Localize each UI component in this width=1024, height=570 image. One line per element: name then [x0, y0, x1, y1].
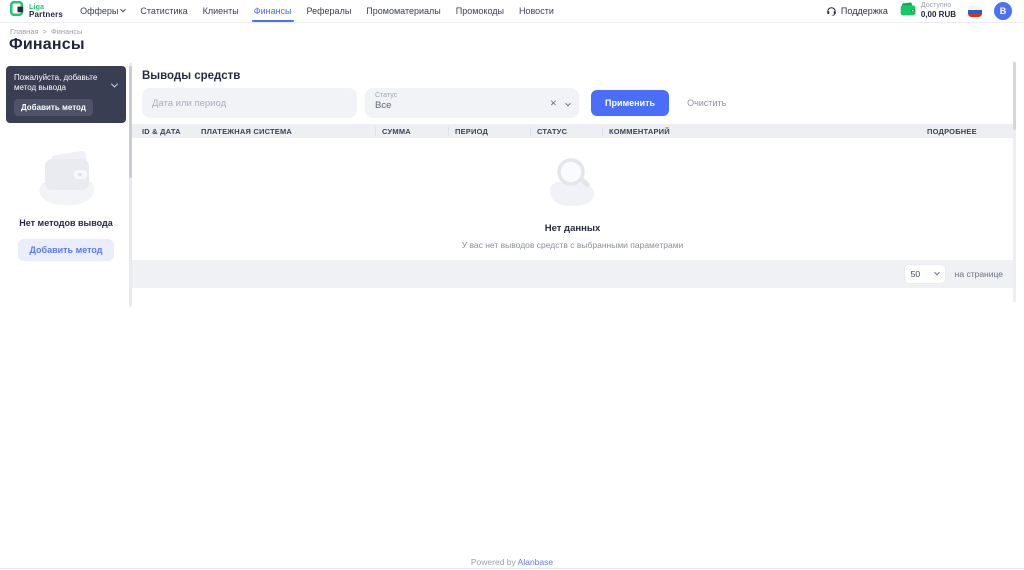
wallet-illustration: [6, 145, 126, 212]
date-period-input[interactable]: [142, 88, 357, 118]
column-header-comment: КОММЕНТАРИЙ: [609, 126, 670, 136]
brand-logo[interactable]: Liga Partners: [10, 1, 63, 21]
column-header-period: ПЕРИОД: [449, 126, 531, 136]
nav-item-statistics[interactable]: Статистика: [140, 0, 187, 22]
empty-state-subtitle: У вас нет выводов средств с выбранными п…: [461, 240, 684, 250]
powered-by-text: Powered by: [470, 557, 516, 567]
per-page-select[interactable]: 50: [904, 265, 945, 283]
chevron-down-icon: [933, 269, 940, 276]
balance-value: 0,00 RUB: [920, 10, 956, 20]
breadcrumb-home[interactable]: Главная: [10, 27, 39, 36]
brand-logo-icon: [10, 1, 25, 21]
page-title: Финансы: [9, 36, 85, 53]
withdrawal-methods-sidebar: Пожалуйста, добавьте метод вывода Добави…: [6, 62, 126, 261]
avatar[interactable]: B: [994, 2, 1012, 20]
support-label: Поддержка: [840, 6, 888, 16]
breadcrumb-separator: >: [42, 27, 47, 36]
chevron-down-icon[interactable]: [565, 94, 571, 112]
apply-button[interactable]: Применить: [591, 90, 670, 116]
brand-name: Liga Partners: [29, 4, 63, 19]
x-icon[interactable]: ✕: [550, 98, 557, 109]
headset-icon: [826, 5, 837, 18]
column-header-details: ПОДРОБНЕЕ: [927, 126, 977, 136]
add-method-button[interactable]: Добавить метод: [18, 238, 114, 261]
column-header-status: СТАТУС: [531, 126, 603, 136]
withdrawals-section: Выводы средств Статус Все ✕ Применить Оч…: [132, 62, 1013, 288]
balance-text: Доступно 0,00 RUB: [921, 2, 956, 19]
breadcrumb: Главная > Финансы: [10, 27, 82, 36]
per-page-value: 50: [910, 269, 921, 279]
add-method-notice-panel: Пожалуйста, добавьте метод вывода Добави…: [6, 66, 126, 123]
main-nav: Офферы Статистика Клиенты Финансы Рефера…: [80, 0, 554, 22]
nav-item-finances[interactable]: Финансы: [251, 0, 294, 22]
status-select-value: Все: [375, 100, 392, 111]
add-method-button-dark[interactable]: Добавить метод: [14, 98, 93, 116]
main-scrollbar-thumb[interactable]: [1013, 62, 1016, 130]
topbar-right: Поддержка Доступно 0,00 RUB B: [826, 2, 1012, 21]
brand-name-bottom: Partners: [29, 9, 64, 19]
nav-item-promo-codes[interactable]: Промокоды: [456, 0, 504, 22]
table-empty-state: Нет данных У вас нет выводов средств с в…: [132, 138, 1013, 260]
notice-text: Пожалуйста, добавьте метод вывода: [14, 73, 98, 93]
status-select[interactable]: Статус Все ✕: [365, 88, 579, 118]
green-wallet-icon: [900, 2, 916, 21]
column-header-payment-system: ПЛАТЕЖНАЯ СИСТЕМА: [201, 126, 376, 136]
filters-bar: Статус Все ✕ Применить Очистить: [142, 88, 1003, 118]
nav-item-offers[interactable]: Офферы: [80, 0, 127, 22]
nav-item-clients[interactable]: Клиенты: [203, 0, 239, 22]
column-header-amount: СУММА: [376, 126, 449, 136]
breadcrumb-current: Финансы: [50, 27, 83, 36]
collapse-chevron-icon[interactable]: [110, 75, 119, 93]
table-header-row: ID & ДАТА ПЛАТЕЖНАЯ СИСТЕМА СУММА ПЕРИОД…: [132, 124, 1013, 138]
footer-divider: [0, 568, 1024, 569]
magnifier-illustration: [543, 154, 603, 215]
pagination-bar: 50 на странице: [132, 260, 1013, 288]
support-button[interactable]: Поддержка: [826, 5, 888, 18]
powered-by-footer: Powered by Alanbase: [0, 557, 1024, 567]
empty-state-title: Нет данных: [544, 223, 601, 234]
clear-filters-button[interactable]: Очистить: [687, 98, 726, 108]
app-screen: Liga Partners Офферы Статистика Клиенты …: [0, 0, 1024, 570]
alanbase-link[interactable]: Alanbase: [518, 557, 553, 567]
nav-item-promo-materials[interactable]: Промоматериалы: [366, 0, 440, 22]
column-header-id-date: ID & ДАТА: [142, 126, 181, 136]
chevron-down-icon: [120, 6, 127, 13]
balance-label: Доступно: [920, 2, 952, 10]
per-page-label: на странице: [954, 269, 1003, 279]
sidebar-empty-state: Нет методов вывода Добавить метод: [6, 145, 126, 261]
sidebar-empty-title: Нет методов вывода: [19, 217, 113, 228]
topbar: Liga Partners Офферы Статистика Клиенты …: [0, 0, 1024, 23]
status-select-label: Статус: [375, 92, 398, 99]
nav-item-offers-label: Офферы: [80, 6, 119, 16]
nav-item-news[interactable]: Новости: [519, 0, 554, 22]
nav-item-referrals[interactable]: Рефералы: [307, 0, 352, 22]
section-title: Выводы средств: [142, 70, 241, 82]
status-select-icons: ✕: [550, 88, 571, 118]
balance-widget[interactable]: Доступно 0,00 RUB: [900, 2, 956, 21]
russian-flag-icon[interactable]: [968, 5, 982, 17]
